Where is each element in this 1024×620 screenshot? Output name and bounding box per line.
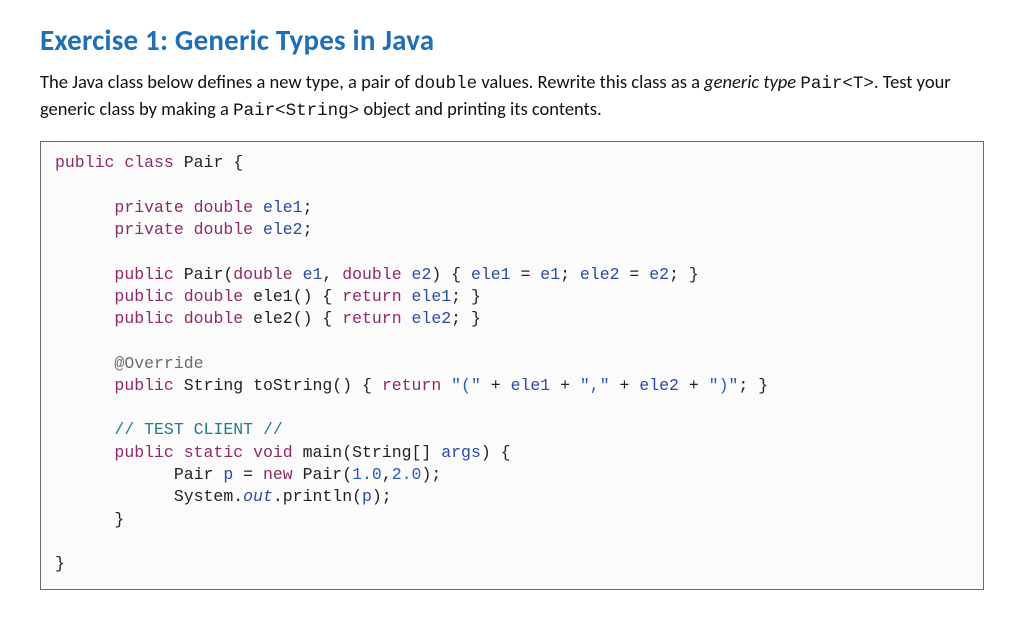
method-tostring: toString (253, 376, 332, 395)
name-string: String (184, 376, 243, 395)
kw-double: double (194, 220, 253, 239)
id-ele2: ele2 (580, 265, 620, 284)
method-ele2: ele2 (253, 309, 293, 328)
num-2: 2.0 (392, 465, 422, 484)
kw-public: public (114, 287, 173, 306)
method-ele1: ele1 (253, 287, 293, 306)
kw-public: public (114, 443, 173, 462)
kw-private: private (114, 198, 183, 217)
num-1: 1.0 (352, 465, 382, 484)
id-ele2: ele2 (263, 220, 303, 239)
kw-return: return (342, 309, 401, 328)
kw-double: double (184, 287, 243, 306)
kw-return: return (382, 376, 441, 395)
id-p: p (223, 465, 233, 484)
name-system: System (174, 487, 233, 506)
desc-text: values. Rewrite this class as a (477, 70, 704, 93)
name-println: println (283, 487, 352, 506)
id-ele1: ele1 (263, 198, 303, 217)
str-close: ")" (709, 376, 739, 395)
id-ele1: ele1 (511, 376, 551, 395)
kw-double: double (184, 309, 243, 328)
id-args: args (441, 443, 481, 462)
id-ele1: ele1 (471, 265, 511, 284)
id-p: p (362, 487, 372, 506)
kw-class: class (124, 153, 174, 172)
id-e2: e2 (412, 265, 432, 284)
name-string: String (352, 443, 411, 462)
kw-double: double (233, 265, 292, 284)
exercise-heading: Exercise 1: Generic Types in Java (40, 22, 984, 58)
desc-text: object and printing its contents. (359, 97, 602, 120)
document-page: Exercise 1: Generic Types in Java The Ja… (0, 0, 1024, 620)
kw-new: new (263, 465, 293, 484)
kw-double: double (194, 198, 253, 217)
name-pair: Pair (184, 153, 224, 172)
kw-return: return (342, 287, 401, 306)
name-pair: Pair (303, 465, 343, 484)
kw-static: static (184, 443, 243, 462)
str-open: "(" (451, 376, 481, 395)
desc-text: The Java class below defines a new type,… (40, 70, 414, 93)
id-e2: e2 (649, 265, 669, 284)
id-out: out (243, 487, 273, 506)
method-main: main (303, 443, 343, 462)
kw-public: public (114, 376, 173, 395)
name-pair: Pair (174, 465, 214, 484)
annotation-override: @Override (114, 354, 203, 373)
id-ele2: ele2 (412, 309, 452, 328)
id-ele2: ele2 (639, 376, 679, 395)
kw-double: double (342, 265, 401, 284)
id-e1: e1 (540, 265, 560, 284)
code-block: public class Pair { private double ele1;… (40, 141, 984, 590)
kw-public: public (114, 265, 173, 284)
desc-mono-pairt: Pair<T> (800, 74, 874, 94)
exercise-description: The Java class below defines a new type,… (40, 70, 984, 123)
kw-void: void (253, 443, 293, 462)
str-comma: "," (580, 376, 610, 395)
desc-mono-double: double (414, 74, 477, 94)
id-ele1: ele1 (412, 287, 452, 306)
desc-mono-pairstring: Pair<String> (233, 101, 359, 121)
comment-test: // TEST CLIENT // (114, 420, 282, 439)
kw-public: public (114, 309, 173, 328)
id-e1: e1 (303, 265, 323, 284)
kw-private: private (114, 220, 183, 239)
name-pair: Pair (184, 265, 224, 284)
kw-public: public (55, 153, 114, 172)
desc-italic-generic: generic type (704, 70, 796, 93)
